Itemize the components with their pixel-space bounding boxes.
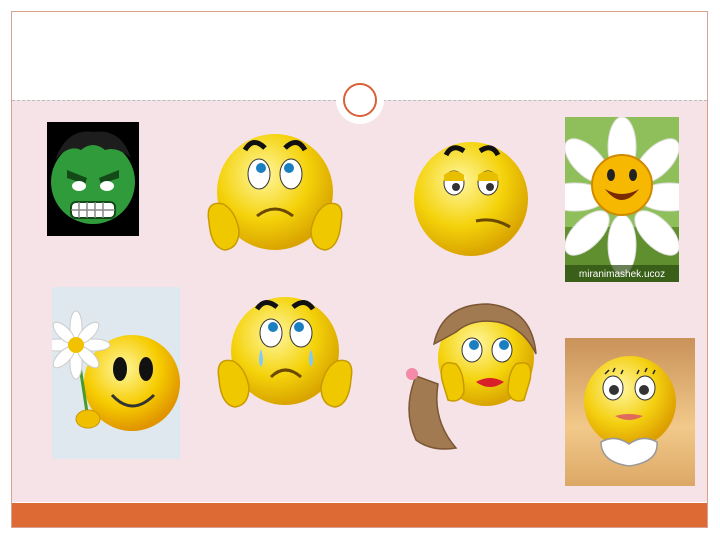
dreamy-girl-face-with-ponytail-icon <box>402 300 542 452</box>
footer-bar <box>12 503 707 527</box>
divider-ornament-ring <box>343 83 377 117</box>
image-caption: miranimashek.ucoz <box>579 269 665 280</box>
smiling-daisy-icon: miranimashek.ucoz <box>565 117 679 282</box>
angry-green-face-icon <box>47 122 139 236</box>
bored-smirk-face-icon <box>410 135 532 257</box>
shy-smiley-hands-clasped-icon <box>565 338 695 486</box>
smiley-holding-daisy-icon <box>52 287 180 459</box>
sad-face-hands-on-cheeks-icon <box>205 130 345 260</box>
crying-face-hands-on-cheeks-icon <box>215 293 355 415</box>
